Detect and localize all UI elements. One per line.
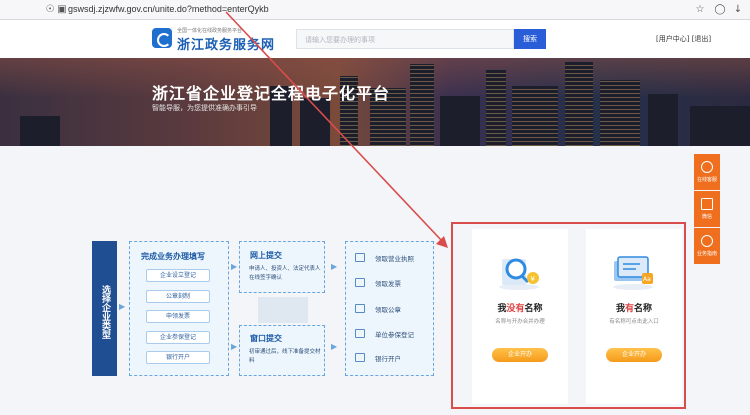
shield-icon: ☉ <box>45 4 55 15</box>
arrow-icon: ▶ <box>119 302 126 311</box>
svg-text:¥: ¥ <box>531 275 536 283</box>
step1-item[interactable]: 企业设立登记 <box>146 269 210 282</box>
banner-subtitle: 智能导服，为您提供准确办事引导 <box>152 104 257 112</box>
banner-title: 浙江省企业登记全程电子化平台 <box>152 84 391 103</box>
result-item: 领取营业执照 <box>375 255 414 263</box>
result-item: 银行开户 <box>375 355 401 363</box>
start-business-button[interactable]: 企业开办 <box>492 348 548 362</box>
user-center-link[interactable]: [用户中心] <box>656 35 689 43</box>
zjzwfw-logo-icon[interactable] <box>152 28 172 48</box>
url-text[interactable]: gswsdj.zjzwfw.gov.cn/unite.do?method=ent… <box>68 4 269 14</box>
floating-toolbar: 在线客服 微信 业务指南 <box>694 154 720 264</box>
result-item: 领取公章 <box>375 306 401 314</box>
step1-item[interactable]: 企业参保登记 <box>146 331 210 344</box>
card-title: 我有名称 <box>615 304 653 314</box>
step3-title: 窗口提交 <box>250 334 282 343</box>
arrow-icon: ▶ <box>331 262 338 271</box>
download-icon[interactable]: ↓ <box>732 4 744 16</box>
card-no-name[interactable]: ¥ 我没有名称 名称与开办合并办理 企业开办 <box>472 229 568 404</box>
stamp-icon <box>355 304 365 313</box>
choose-company-type-button[interactable]: 选择企业类型 <box>92 241 117 376</box>
logo-title[interactable]: 浙江政务服务网 <box>177 34 275 53</box>
search-doc-illustration-icon: ¥ <box>499 258 539 290</box>
id-card-illustration-icon: Aa <box>613 256 653 290</box>
step1-item[interactable]: 银行开户 <box>146 351 210 364</box>
browser-url-bar[interactable]: ☉ ▣ gswsdj.zjzwfw.gov.cn/unite.do?method… <box>0 0 750 20</box>
invoice-icon <box>355 278 365 287</box>
card-desc: 有名称可点击此入口 <box>609 319 659 325</box>
logout-link[interactable]: [退出] <box>692 35 711 43</box>
chat-icon <box>701 161 713 173</box>
step2-title: 网上提交 <box>250 251 282 260</box>
step2-desc: 申请人、投资人、法定代表人在线签字确认 <box>249 266 321 281</box>
arrow-icon: ▶ <box>231 342 238 351</box>
bank-icon <box>355 353 365 362</box>
svg-text:Aa: Aa <box>643 276 651 283</box>
page-root: ☉ ▣ gswsdj.zjzwfw.gov.cn/unite.do?method… <box>0 0 750 415</box>
license-icon <box>355 253 365 262</box>
arrow-icon: ▶ <box>331 342 338 351</box>
qrcode-icon <box>701 198 713 210</box>
card-title: 我没有名称 <box>497 304 543 314</box>
card-desc: 名称与开办合并办理 <box>495 319 545 325</box>
page-info-icon: ▣ <box>57 4 67 15</box>
step1-item[interactable]: 公章刻制 <box>146 290 210 303</box>
bookmark-star-icon[interactable]: ☆ <box>694 4 706 16</box>
start-business-button[interactable]: 企业开办 <box>606 348 662 362</box>
compass-icon <box>701 235 713 247</box>
result-item: 单位参保登记 <box>375 331 414 339</box>
user-links: [用户中心] [退出] <box>656 34 711 44</box>
logo-subtitle: 全国一体化在线政务服务平台 <box>177 28 243 34</box>
wechat-button[interactable]: 微信 <box>694 191 720 227</box>
step1-item[interactable]: 申领发票 <box>146 310 210 323</box>
arrow-icon: ▶ <box>231 262 238 271</box>
building-illustration <box>258 297 308 323</box>
step3-desc: 初审通过后，线下准备提交材料 <box>249 349 321 364</box>
search-button[interactable]: 搜索 <box>514 29 546 49</box>
site-header: 全国一体化在线政务服务平台 浙江政务服务网 请输入您要办理的事项 搜索 [用户中… <box>0 20 750 58</box>
result-item: 领取发票 <box>375 280 401 288</box>
search-input[interactable]: 请输入您要办理的事项 <box>296 29 514 49</box>
online-service-button[interactable]: 在线客服 <box>694 154 720 190</box>
side-label: 选择企业类型 <box>100 285 110 339</box>
guide-button[interactable]: 业务指南 <box>694 228 720 264</box>
card-has-name[interactable]: Aa 我有名称 有名称可点击此入口 企业开办 <box>586 229 682 404</box>
step1-title: 完成业务办理填写 <box>141 252 205 261</box>
insurance-icon <box>355 329 365 338</box>
pocket-icon[interactable]: ◯ <box>714 4 726 16</box>
